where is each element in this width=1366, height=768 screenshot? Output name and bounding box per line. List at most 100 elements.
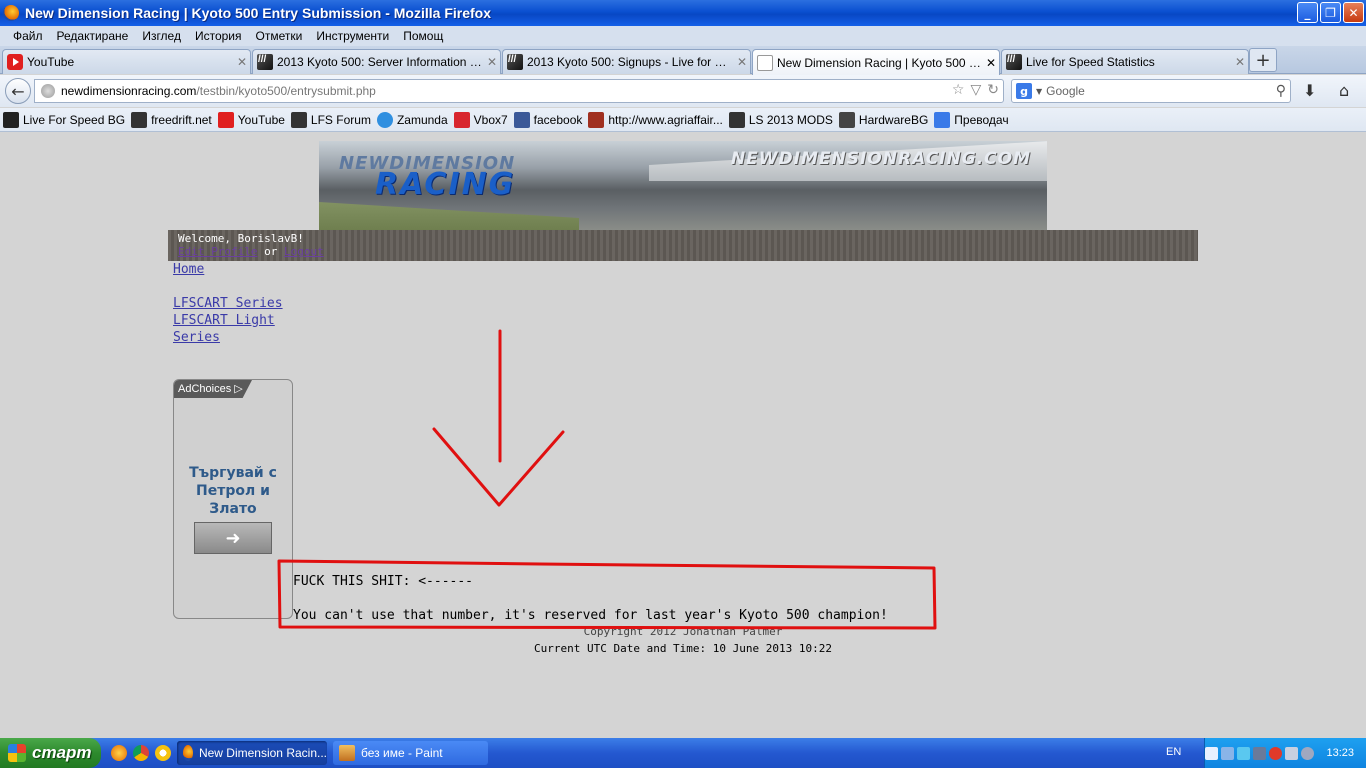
bookmark-item[interactable]: Vbox7	[453, 111, 508, 128]
back-arrow-icon: ←	[11, 81, 25, 101]
volume-icon[interactable]	[1285, 746, 1299, 760]
tab-youtube[interactable]: YouTube ✕	[2, 49, 251, 74]
bookmark-favicon-icon	[376, 111, 393, 128]
bookmark-item[interactable]: Преводач	[934, 111, 1009, 128]
firefox-icon[interactable]	[3, 5, 19, 21]
taskbar-item-paint[interactable]: без име - Paint	[333, 741, 488, 765]
bookmark-item[interactable]: http://www.agriaffair...	[588, 111, 723, 128]
start-button[interactable]: старт	[0, 738, 101, 768]
restore-button[interactable]: ❐	[1320, 2, 1341, 23]
search-input[interactable]: Google	[1046, 84, 1276, 98]
menu-file[interactable]: Файл	[6, 29, 50, 43]
bookmark-favicon-icon	[131, 111, 148, 128]
monitor-icon[interactable]	[1221, 746, 1235, 760]
lfs-icon	[507, 54, 523, 70]
window-title-bar: New Dimension Racing | Kyoto 500 Entry S…	[0, 0, 1366, 26]
google-icon[interactable]: g	[1016, 83, 1032, 99]
navigation-bar: ← newdimensionracing.com/testbin/kyoto50…	[0, 75, 1366, 107]
update-icon[interactable]	[1301, 746, 1315, 760]
bookmark-item[interactable]: YouTube	[217, 111, 285, 128]
annotation-arrow	[432, 329, 565, 507]
menu-bookmarks[interactable]: Отметки	[249, 29, 310, 43]
close-tab-icon[interactable]: ✕	[983, 56, 999, 70]
quick-launch	[111, 745, 171, 761]
page-content: NEWDIMENSION RACING NEWDIMENSIONRACING.C…	[0, 133, 1366, 738]
language-indicator[interactable]: EN	[1166, 746, 1181, 758]
blank-page-icon	[757, 54, 773, 71]
bookmark-item[interactable]: LS 2013 MODS	[728, 111, 833, 128]
tab-label: YouTube	[27, 55, 75, 69]
lfs-icon	[257, 54, 273, 70]
menu-history[interactable]: История	[188, 29, 249, 43]
url-domain: newdimensionracing.com	[61, 84, 197, 98]
bookmark-item[interactable]: LFS Forum	[290, 111, 371, 128]
reload-icon[interactable]: ↻	[987, 82, 999, 98]
tab-label: New Dimension Racing | Kyoto 500 Entry .…	[777, 55, 983, 70]
bookmark-star-icon[interactable]: ☆	[952, 82, 965, 98]
youtube-icon	[7, 54, 23, 70]
tab-signups[interactable]: 2013 Kyoto 500: Signups - Live for Speed…	[502, 49, 751, 74]
taskbar-item-firefox[interactable]: New Dimension Racin...	[177, 741, 327, 765]
tab-bar: YouTube ✕ 2013 Kyoto 500: Server Informa…	[0, 46, 1366, 75]
downloads-icon[interactable]: ⬇	[1303, 81, 1316, 100]
bookmark-favicon-icon	[3, 111, 19, 128]
bookmark-item[interactable]: freedrift.net	[131, 111, 212, 128]
site-identity-icon[interactable]	[41, 84, 55, 98]
menu-help[interactable]: Помощ	[396, 29, 450, 43]
bookmark-favicon-icon	[838, 111, 855, 128]
tab-label: 2013 Kyoto 500: Signups - Live for Speed	[527, 55, 734, 69]
history-dropdown-icon[interactable]: ▽	[970, 82, 981, 98]
bookmark-item[interactable]: facebook	[513, 111, 582, 128]
bookmark-item[interactable]: Zamunda	[376, 111, 448, 128]
wifi-icon[interactable]	[1237, 746, 1251, 760]
tab-lfs-statistics[interactable]: Live for Speed Statistics ✕	[1001, 49, 1249, 74]
network-icon[interactable]	[1205, 746, 1219, 760]
translate-icon	[934, 111, 951, 128]
search-icon[interactable]: ⚲	[1276, 83, 1286, 99]
menu-tools[interactable]: Инструменти	[309, 29, 396, 43]
close-window-button[interactable]: ✕	[1343, 2, 1364, 23]
menu-bar: Файл Редактиране Изглед История Отметки …	[0, 26, 1366, 46]
windows-logo-icon	[8, 744, 26, 762]
close-tab-icon[interactable]: ✕	[484, 55, 500, 69]
system-tray: 13:23	[1204, 738, 1366, 768]
search-bar[interactable]: g ▼ Google ⚲	[1011, 79, 1291, 103]
firefox-icon	[183, 745, 193, 761]
bookmark-favicon-icon	[728, 111, 745, 128]
close-tab-icon[interactable]: ✕	[734, 55, 750, 69]
window-title: New Dimension Racing | Kyoto 500 Entry S…	[25, 5, 491, 21]
tractor-icon	[588, 111, 605, 128]
media-player-quicklaunch-icon[interactable]	[155, 745, 171, 761]
firefox-quicklaunch-icon[interactable]	[111, 745, 127, 761]
close-tab-icon[interactable]: ✕	[1232, 55, 1248, 69]
lfs-icon	[290, 111, 307, 128]
device-icon[interactable]	[1253, 746, 1267, 760]
red-annotation-overlay	[277, 329, 937, 630]
url-path: /testbin/kyoto500/entrysubmit.php	[196, 84, 376, 98]
home-icon[interactable]: ⌂	[1339, 81, 1349, 100]
menu-view[interactable]: Изглед	[135, 29, 188, 43]
facebook-icon	[513, 111, 530, 128]
minimize-button[interactable]: _	[1297, 2, 1318, 23]
address-bar[interactable]: newdimensionracing.com/testbin/kyoto500/…	[34, 79, 1004, 103]
back-button[interactable]: ←	[5, 78, 31, 104]
antivirus-icon[interactable]	[1269, 746, 1283, 760]
annotation-box	[277, 559, 937, 630]
bookmark-item[interactable]: HardwareBG	[838, 111, 928, 128]
bookmark-item[interactable]: Live For Speed BG	[3, 111, 125, 128]
paint-icon	[339, 745, 355, 761]
youtube-icon	[217, 111, 234, 128]
close-tab-icon[interactable]: ✕	[234, 55, 250, 69]
tab-entry-submission[interactable]: New Dimension Racing | Kyoto 500 Entry .…	[752, 49, 1000, 75]
search-engine-dropdown-icon[interactable]: ▼	[1036, 87, 1042, 96]
tab-server-information[interactable]: 2013 Kyoto 500: Server Information and .…	[252, 49, 501, 74]
lfs-icon	[1006, 54, 1022, 70]
tab-label: Live for Speed Statistics	[1026, 55, 1155, 69]
new-tab-button[interactable]: +	[1249, 48, 1277, 72]
menu-edit[interactable]: Редактиране	[50, 29, 136, 43]
url-text[interactable]: newdimensionracing.com/testbin/kyoto500/…	[61, 84, 376, 98]
vbox7-icon	[453, 111, 470, 128]
windows-taskbar: старт New Dimension Racin... без име - P…	[0, 738, 1366, 768]
chrome-quicklaunch-icon[interactable]	[133, 745, 149, 761]
clock[interactable]: 13:23	[1326, 747, 1354, 759]
